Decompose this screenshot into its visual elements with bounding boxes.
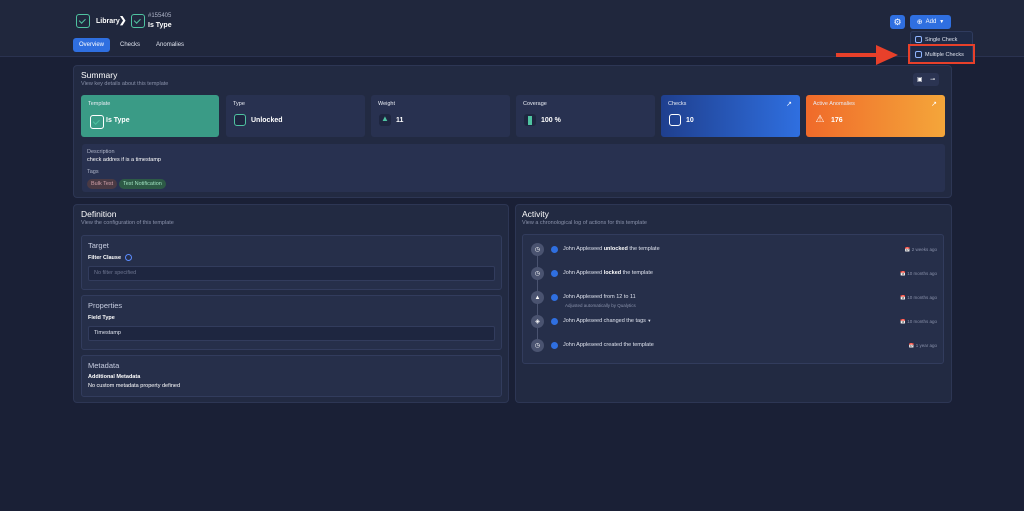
- add-button-label: Add: [925, 19, 937, 25]
- card-template: Template Is Type: [81, 95, 219, 137]
- description-box: Description check addres if is a timesta…: [82, 144, 945, 192]
- avatar: [551, 270, 558, 277]
- definition-title: Definition: [81, 209, 117, 219]
- description-label: Description: [87, 149, 115, 155]
- coverage-icon: [524, 114, 536, 126]
- weight-icon: ▲: [379, 114, 391, 126]
- template-id: #155405: [148, 13, 172, 19]
- properties-section: Properties Field Type Timestamp: [81, 295, 502, 350]
- template-icon: [131, 14, 145, 28]
- tag-badge[interactable]: Test Notification: [119, 179, 166, 189]
- history-icon: ◷: [531, 243, 544, 256]
- tag-icon: ◈: [531, 315, 544, 328]
- summary-actions: ▣ ⊸: [913, 73, 939, 86]
- target-title: Target: [88, 241, 109, 250]
- card-value: Unlocked: [251, 117, 283, 124]
- avatar: [551, 318, 558, 325]
- card-label: Template: [88, 101, 111, 107]
- card-weight: Weight ▲ 11: [371, 95, 510, 137]
- properties-title: Properties: [88, 301, 123, 310]
- info-icon[interactable]: [125, 254, 132, 261]
- summary-title: Summary: [81, 70, 118, 80]
- card-label: Coverage: [523, 101, 547, 107]
- tab-overview[interactable]: Overview: [73, 38, 111, 52]
- tab-checks[interactable]: Checks: [114, 38, 146, 52]
- target-section: Target Filter Clause No filter specified: [81, 235, 502, 290]
- activity-item-detail: Adjusted automatically by Qualytics: [565, 303, 636, 308]
- warning-icon: ⚠: [815, 114, 825, 125]
- tab-anomalies[interactable]: Anomalies: [150, 38, 190, 52]
- avatar: [551, 246, 558, 253]
- template-icon: [90, 115, 104, 129]
- chevron-down-icon: ▼: [939, 19, 945, 25]
- field-type-label: Field Type: [88, 315, 115, 321]
- activity-time: 📅 10 months ago: [900, 271, 937, 276]
- card-label: Type: [233, 101, 245, 107]
- activity-timeline: ◷ John Appleseed unlocked the template 📅…: [522, 234, 944, 364]
- card-value: 11: [396, 117, 404, 124]
- annotation-arrow: [836, 45, 898, 65]
- card-coverage: Coverage 100 %: [516, 95, 655, 137]
- description-text: check addres if is a timestamp: [87, 157, 161, 163]
- add-button[interactable]: ⊕ Add ▼: [910, 15, 951, 29]
- external-link-icon: ↗: [931, 101, 937, 108]
- external-link-icon: ↗: [786, 101, 792, 108]
- chevron-right-icon: ❯: [119, 15, 127, 25]
- history-icon: ◷: [531, 339, 544, 352]
- card-value: 176: [831, 117, 843, 124]
- additional-metadata-value: No custom metadata property defined: [88, 383, 181, 389]
- card-label: Checks: [668, 101, 687, 107]
- weight-icon: ▲: [531, 291, 544, 304]
- metadata-title: Metadata: [88, 361, 120, 370]
- settings-button[interactable]: ⚙: [890, 15, 905, 29]
- card-checks[interactable]: Checks ↗ 10: [661, 95, 800, 137]
- activity-item: John Appleseed created the template: [563, 342, 654, 348]
- tab-bar: Overview Checks Anomalies: [73, 38, 190, 52]
- plus-circle-icon: ⊕: [916, 19, 923, 26]
- filter-clause-label: Filter Clause: [88, 255, 122, 261]
- card-label: Active Anomalies: [813, 101, 855, 107]
- activity-time: 📅 10 months ago: [900, 319, 937, 324]
- checks-icon: [669, 114, 681, 126]
- card-label: Weight: [378, 101, 396, 107]
- card-type: Type Unlocked: [226, 95, 365, 137]
- field-type-field: Timestamp: [88, 326, 495, 341]
- history-icon: ◷: [531, 267, 544, 280]
- page-title: Is Type: [148, 22, 172, 29]
- check-icon: [915, 36, 922, 43]
- breadcrumb-library[interactable]: Library: [96, 18, 120, 25]
- additional-metadata-label: Additional Metadata: [88, 374, 141, 380]
- export-icon[interactable]: ▣: [917, 76, 923, 83]
- activity-item: John Appleseed changed the tags ▼: [563, 318, 652, 324]
- menu-item-single-check[interactable]: Single Check: [915, 36, 957, 43]
- avatar: [551, 342, 558, 349]
- library-icon: [76, 14, 90, 28]
- activity-title: Activity: [522, 209, 549, 219]
- tags-label: Tags: [87, 169, 99, 175]
- activity-item: John Appleseed from 12 to 11: [563, 294, 636, 300]
- activity-time: 📅 1 year ago: [908, 343, 937, 348]
- tag-badge[interactable]: Bulk Test: [87, 179, 118, 189]
- card-active-anomalies[interactable]: Active Anomalies ↗ ⚠ 176: [806, 95, 945, 137]
- activity-time: 📅 10 months ago: [900, 295, 937, 300]
- metadata-section: Metadata Additional Metadata No custom m…: [81, 355, 502, 397]
- highlight-box: [908, 44, 975, 64]
- expand-chevron-icon[interactable]: ▼: [647, 318, 651, 323]
- definition-subtitle: View the configuration of this template: [81, 220, 174, 226]
- card-value: 10: [686, 117, 694, 124]
- breadcrumb: Library: [76, 14, 120, 28]
- activity-item: John Appleseed unlocked the template: [563, 246, 660, 252]
- card-value: Is Type: [106, 117, 130, 124]
- card-value: 100 %: [541, 117, 561, 124]
- activity-subtitle: View a chronological log of actions for …: [522, 220, 647, 226]
- filter-clause-field: No filter specified: [88, 266, 495, 281]
- avatar: [551, 294, 558, 301]
- activity-time: 📅 2 weeks ago: [904, 247, 937, 252]
- gear-icon: ⚙: [893, 16, 902, 27]
- summary-subtitle: View key details about this template: [81, 81, 169, 87]
- activity-item: John Appleseed locked the template: [563, 270, 653, 276]
- unlock-icon: [234, 114, 246, 126]
- share-icon[interactable]: ⊸: [930, 76, 935, 83]
- menu-item-label: Single Check: [925, 36, 958, 43]
